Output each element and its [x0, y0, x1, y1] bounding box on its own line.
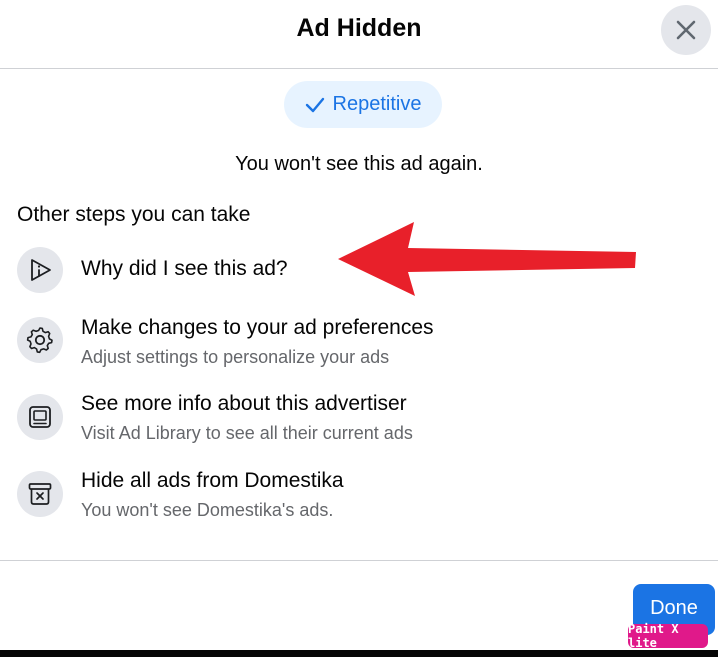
hide-advertiser-ads-subtitle: You won't see Domestika's ads. — [81, 500, 334, 520]
advertiser-info-subtitle: Visit Ad Library to see all their curren… — [81, 423, 413, 443]
watermark-badge: Paint X lite — [628, 622, 708, 650]
header-divider — [0, 68, 718, 69]
watermark-text: Paint X lite — [628, 622, 679, 650]
footer-divider — [0, 560, 718, 561]
advertiser-info-item[interactable]: See more info about this advertiser Visi… — [17, 392, 657, 452]
done-button-label: Done — [650, 597, 698, 619]
play-info-icon — [17, 247, 63, 293]
dialog-header: Ad Hidden — [0, 0, 718, 68]
gear-icon — [17, 317, 63, 363]
bottom-edge-bar — [0, 650, 718, 657]
ad-preferences-item[interactable]: Make changes to your ad preferences Adju… — [17, 316, 657, 376]
ad-preferences-subtitle: Adjust settings to personalize your ads — [81, 347, 390, 367]
dialog-title: Ad Hidden — [296, 14, 422, 42]
hide-advertiser-ads-item[interactable]: Hide all ads from Domestika You won't se… — [17, 469, 657, 529]
close-icon — [676, 20, 696, 40]
feedback-chip-label: Repetitive — [332, 93, 422, 115]
hidden-confirmation-text: You won't see this ad again. — [235, 153, 483, 175]
hide-advertiser-ads-label: Hide all ads from Domestika — [81, 469, 344, 492]
close-button[interactable] — [661, 5, 711, 55]
other-steps-heading: Other steps you can take — [17, 203, 251, 226]
why-did-i-see-this-ad-label: Why did I see this ad? — [81, 257, 288, 280]
annotation-arrow-icon — [338, 222, 636, 296]
check-icon — [305, 97, 324, 112]
feedback-chip-repetitive[interactable]: Repetitive — [284, 81, 442, 128]
library-icon — [17, 394, 63, 440]
ad-preferences-label: Make changes to your ad preferences — [81, 316, 434, 339]
advertiser-info-label: See more info about this advertiser — [81, 392, 407, 415]
hide-box-icon — [17, 471, 63, 517]
